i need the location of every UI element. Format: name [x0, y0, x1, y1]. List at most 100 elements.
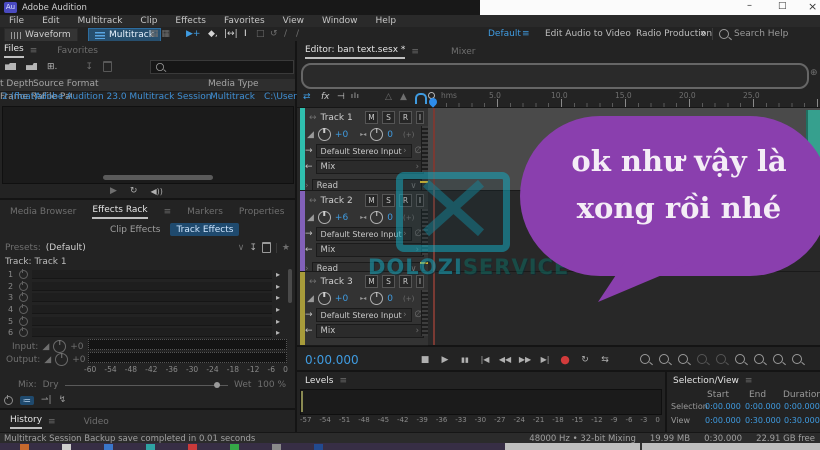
- search-help-input[interactable]: Search Help: [734, 29, 788, 39]
- effect-slot-arrow-icon[interactable]: ▸: [276, 270, 286, 279]
- track-header-track2[interactable]: ↔ Track 2 M S R I ◢ +6 ▸◂ 0 (+) → Defaul…: [300, 191, 428, 272]
- taskbar-app-icon[interactable]: [20, 444, 29, 450]
- skip-selection-button[interactable]: ⇆: [595, 355, 615, 365]
- effect-slot-field[interactable]: [32, 305, 272, 314]
- preset-dropdown-chevron-icon[interactable]: ∨: [238, 243, 245, 253]
- open-folder-icon[interactable]: [5, 63, 16, 70]
- zoom-in-amplitude-icon[interactable]: [735, 354, 745, 364]
- tab-files[interactable]: Files: [4, 44, 24, 58]
- menu-item[interactable]: Window: [313, 16, 367, 26]
- track-name[interactable]: Track 2: [321, 196, 353, 206]
- automation-mode-select[interactable]: Read∨: [312, 179, 422, 191]
- routing-icon[interactable]: ⊣: [337, 92, 345, 102]
- preview-autoplay-speaker-icon[interactable]: ◀)): [150, 187, 162, 196]
- effect-slot-arrow-icon[interactable]: ▸: [276, 317, 286, 326]
- track-drag-handle-icon[interactable]: ↔: [309, 113, 317, 123]
- maximize-button[interactable]: □: [778, 1, 787, 11]
- history-menu-icon[interactable]: ≡: [48, 417, 56, 427]
- mute-button[interactable]: M: [365, 111, 378, 124]
- rack-list-icon[interactable]: ≔: [20, 396, 34, 405]
- marquee-tool-icon[interactable]: □: [256, 29, 265, 39]
- mute-button[interactable]: M: [365, 194, 378, 207]
- rack-process-icon[interactable]: ↯: [59, 395, 67, 405]
- monitor-input-button[interactable]: I: [416, 194, 424, 207]
- metering-icon[interactable]: ılı: [351, 92, 360, 100]
- volume-value[interactable]: +0: [335, 294, 348, 304]
- file-row[interactable]: 2 (float) Adobe Audition 23.0 Multitrack…: [0, 92, 295, 104]
- effect-power-icon[interactable]: [19, 317, 28, 326]
- pan-knob[interactable]: [370, 292, 383, 305]
- effect-power-icon[interactable]: [19, 293, 28, 302]
- go-to-start-button[interactable]: |◀: [475, 355, 495, 364]
- zoom-navigation-bar[interactable]: [301, 63, 809, 89]
- pan-value[interactable]: 0: [387, 213, 393, 223]
- automation-expand-icon[interactable]: ›: [305, 181, 309, 191]
- selection-duration[interactable]: 0:00.000: [784, 402, 820, 411]
- eraser-tool-icon[interactable]: /: [296, 29, 299, 39]
- timeline-ruler[interactable]: hms 5.0 10.0 15.0 20.0 25.0: [433, 89, 820, 107]
- column-header[interactable]: Source Format: [33, 79, 208, 89]
- effect-slot-arrow-icon[interactable]: ▸: [276, 305, 286, 314]
- rack-power-icon[interactable]: [4, 396, 13, 405]
- effect-slot-row[interactable]: 1 ▸: [0, 269, 286, 281]
- effect-slot-row[interactable]: 5 ▸: [0, 315, 286, 327]
- tab-favorites[interactable]: Favorites: [57, 46, 98, 56]
- view-duration[interactable]: 0:30.000: [784, 416, 820, 425]
- taskbar-app-icon[interactable]: [104, 444, 113, 450]
- razor-tool-icon[interactable]: ◆,: [208, 29, 218, 39]
- tab-markers[interactable]: Markers: [187, 207, 223, 217]
- lasso-tool-icon[interactable]: ↺: [270, 29, 278, 39]
- solo-button[interactable]: S: [382, 275, 395, 288]
- taskbar-app-icon[interactable]: [230, 444, 239, 450]
- solo-button[interactable]: S: [382, 111, 395, 124]
- time-selection-tool-icon[interactable]: I: [244, 29, 247, 39]
- preview-loop-icon[interactable]: ↻: [130, 186, 138, 196]
- razor-group-icon[interactable]: ▦ ▦: [150, 29, 170, 39]
- record-arm-button[interactable]: R: [399, 194, 412, 207]
- tab-editor[interactable]: Editor: ban text.sesx *: [305, 45, 405, 59]
- effect-slot-field[interactable]: [32, 282, 272, 291]
- effect-slot-field[interactable]: [32, 270, 272, 279]
- subtab-track-effects[interactable]: Track Effects: [170, 223, 239, 236]
- pan-knob[interactable]: [370, 211, 383, 224]
- go-to-end-button[interactable]: ▶|: [535, 355, 555, 364]
- stop-button[interactable]: ■: [415, 355, 435, 365]
- column-header[interactable]: Media Type: [208, 79, 262, 89]
- view-start[interactable]: 0:00.000: [705, 416, 741, 425]
- menu-item[interactable]: View: [274, 16, 313, 26]
- menu-item[interactable]: Edit: [33, 16, 68, 26]
- track-name[interactable]: Track 1: [321, 113, 353, 123]
- record-button[interactable]: ●: [555, 353, 575, 366]
- effect-slot-row[interactable]: 6 ▸: [0, 327, 286, 339]
- play-button[interactable]: ▶: [435, 355, 455, 365]
- zoom-out-icon[interactable]: [659, 354, 669, 364]
- workspace-edit-audio-to-video-tab[interactable]: Edit Audio to Video: [545, 29, 631, 39]
- pan-knob[interactable]: [370, 128, 383, 141]
- effect-slot-field[interactable]: [32, 317, 272, 326]
- tab-mixer[interactable]: Mixer: [451, 47, 476, 57]
- preview-play-icon[interactable]: ▶: [110, 186, 117, 196]
- track-output-select[interactable]: Mix›: [316, 324, 424, 338]
- keyframe-toggle-icon[interactable]: (+): [403, 131, 414, 139]
- preview-scrollbar[interactable]: [103, 175, 213, 180]
- track-input-select[interactable]: Default Stereo Input›: [316, 227, 412, 241]
- automation-expand-icon[interactable]: ›: [305, 264, 309, 272]
- track-output-select[interactable]: Mix›: [316, 160, 424, 174]
- pan-value[interactable]: 0: [387, 294, 393, 304]
- rack-pre-render-icon[interactable]: ⇀|: [41, 395, 52, 405]
- volume-knob[interactable]: [318, 211, 331, 224]
- files-search-box[interactable]: [150, 60, 294, 74]
- taskbar-app-icon[interactable]: [272, 444, 281, 450]
- brush-tool-icon[interactable]: /: [284, 29, 287, 39]
- workspace-default-tab[interactable]: Default: [488, 29, 521, 39]
- crossfade-ramp-icon[interactable]: ▲: [400, 92, 407, 102]
- files-column-headers[interactable]: t DepthSource FormatMedia TypeFrame Rate…: [0, 79, 295, 92]
- preset-value[interactable]: (Default): [46, 243, 86, 253]
- volume-knob[interactable]: [318, 128, 331, 141]
- import-media-icon[interactable]: [26, 63, 37, 70]
- save-preset-icon[interactable]: ↧: [249, 243, 257, 253]
- track-header-track3[interactable]: ↔ Track 3 M S R I ◢ +0 ▸◂ 0 (+) → Defaul…: [300, 272, 428, 346]
- tab-properties[interactable]: Properties: [239, 207, 284, 217]
- close-button[interactable]: ×: [808, 0, 817, 13]
- playhead-time-display[interactable]: 0:00.000: [305, 353, 359, 367]
